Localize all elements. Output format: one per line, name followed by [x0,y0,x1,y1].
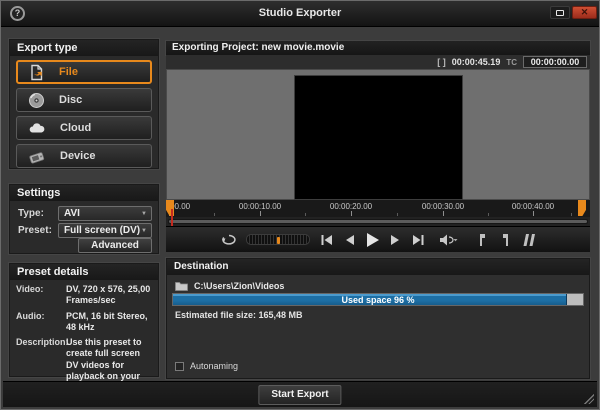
minimize-button[interactable] [550,6,570,19]
export-type-file-button[interactable]: File [16,60,152,84]
ruler-tick-label: 00:00:40.00 [512,202,554,211]
video-frame [294,75,463,200]
tc-label: TC [506,58,517,67]
device-icon [28,148,46,165]
export-type-disc-button[interactable]: Disc [16,88,152,112]
go-to-end-button[interactable] [411,231,425,249]
jog-shuttle[interactable] [246,234,310,245]
chevron-down-icon: ▼ [141,211,147,217]
scrollbar-track [168,219,588,224]
markers-icon [522,234,535,246]
export-type-header: Export type [10,40,158,56]
used-space-label: Used space 96 % [173,295,583,305]
ruler-tick-label: 00:00:10.00 [239,202,281,211]
timecode-field[interactable]: 00:00:00.00 [523,56,587,68]
export-type-panel: Export type File Disc Cloud [9,39,159,169]
trim-handle-end[interactable] [578,200,586,216]
autonaming-checkbox[interactable] [175,362,184,371]
preset-dropdown[interactable]: Full screen (DV) ▼ [58,223,152,238]
preset-label: Preset: [18,225,58,236]
markers-button[interactable] [521,231,535,249]
step-forward-button[interactable] [388,231,402,249]
loop-button[interactable] [221,231,237,249]
transport-bar [166,226,590,252]
preset-value: Full screen (DV) [64,225,140,236]
playhead[interactable] [171,209,173,226]
go-to-start-icon [321,235,332,245]
minimize-icon [556,10,564,16]
audio-value: PCM, 16 bit Stereo, 48 kHz [66,311,152,334]
jog-center-marker [277,237,280,244]
preset-details-header: Preset details [10,264,158,280]
play-button[interactable] [365,231,379,249]
autonaming-label: Autonaming [190,361,238,371]
play-icon [366,233,379,247]
step-back-button[interactable] [342,231,356,249]
mark-out-icon [502,234,509,246]
destination-path: C:\Users\Zion\Videos [194,281,284,291]
loop-icon [221,234,237,246]
mark-in-icon [479,234,486,246]
video-label: Video: [16,284,66,307]
timeline-scrollbar[interactable] [166,217,590,226]
folder-icon [175,281,188,291]
video-value: DV, 720 x 576, 25,00 Frames/sec [66,284,152,307]
start-export-button[interactable]: Start Export [258,385,341,405]
file-icon [28,64,45,81]
volume-button[interactable] [440,231,458,249]
resize-grip[interactable] [584,394,594,404]
estimated-file-size: Estimated file size: 165,48 MB [175,310,303,320]
timecode-strip: [ ] 00:00:45.19 TC 00:00:00.00 [166,55,590,69]
title-bar: ? Studio Exporter ✕ [1,1,599,27]
export-type-cloud-label: Cloud [60,122,91,134]
window-title: Studio Exporter [1,7,599,19]
mark-in-button[interactable] [475,231,489,249]
preview-area [166,69,590,200]
audio-label: Audio: [16,311,66,334]
export-type-disc-label: Disc [59,94,82,106]
type-dropdown[interactable]: AVI ▼ [58,206,152,221]
exporting-project-header: Exporting Project: new movie.movie [166,41,590,55]
export-type-device-label: Device [60,150,95,162]
export-type-cloud-button[interactable]: Cloud [16,116,152,140]
settings-header: Settings [10,185,158,201]
type-label: Type: [18,208,58,219]
range-duration-icon: [ ] [437,57,446,67]
type-value: AVI [64,208,80,219]
export-type-file-label: File [59,66,78,78]
go-to-start-button[interactable] [319,231,333,249]
ruler-tick-label: 00:00:20.00 [330,202,372,211]
destination-path-row[interactable]: C:\Users\Zion\Videos [175,281,284,291]
timeline-ruler[interactable]: 00:00:00.00 00:00:10.00 00:00:20.00 00:0… [166,200,590,217]
settings-panel: Settings Type: AVI ▼ Preset: Full screen… [9,184,159,254]
ruler-tick-label: 00:00:30.00 [422,202,464,211]
chevron-down-icon: ▼ [141,228,147,234]
used-space-bar: Used space 96 % [172,293,584,306]
cloud-icon [28,120,46,137]
autonaming-row[interactable]: Autonaming [175,361,238,371]
step-forward-icon [391,235,400,245]
disc-icon [28,92,45,109]
step-back-icon [345,235,354,245]
footer-bar: Start Export [3,381,597,407]
advanced-button[interactable]: Advanced [78,238,152,253]
mark-out-button[interactable] [498,231,512,249]
preset-details-panel: Preset details Video: DV, 720 x 576, 25,… [9,263,159,377]
destination-panel: Destination C:\Users\Zion\Videos Used sp… [166,258,590,379]
studio-exporter-window: ? Studio Exporter ✕ Export type File Dis… [0,0,600,410]
close-button[interactable]: ✕ [572,6,597,19]
scrollbar-thumb[interactable] [169,220,587,223]
range-duration-value: 00:00:45.19 [452,57,501,67]
destination-header: Destination [167,259,589,275]
go-to-end-icon [413,235,424,245]
export-type-device-button[interactable]: Device [16,144,152,168]
volume-icon [440,234,458,246]
